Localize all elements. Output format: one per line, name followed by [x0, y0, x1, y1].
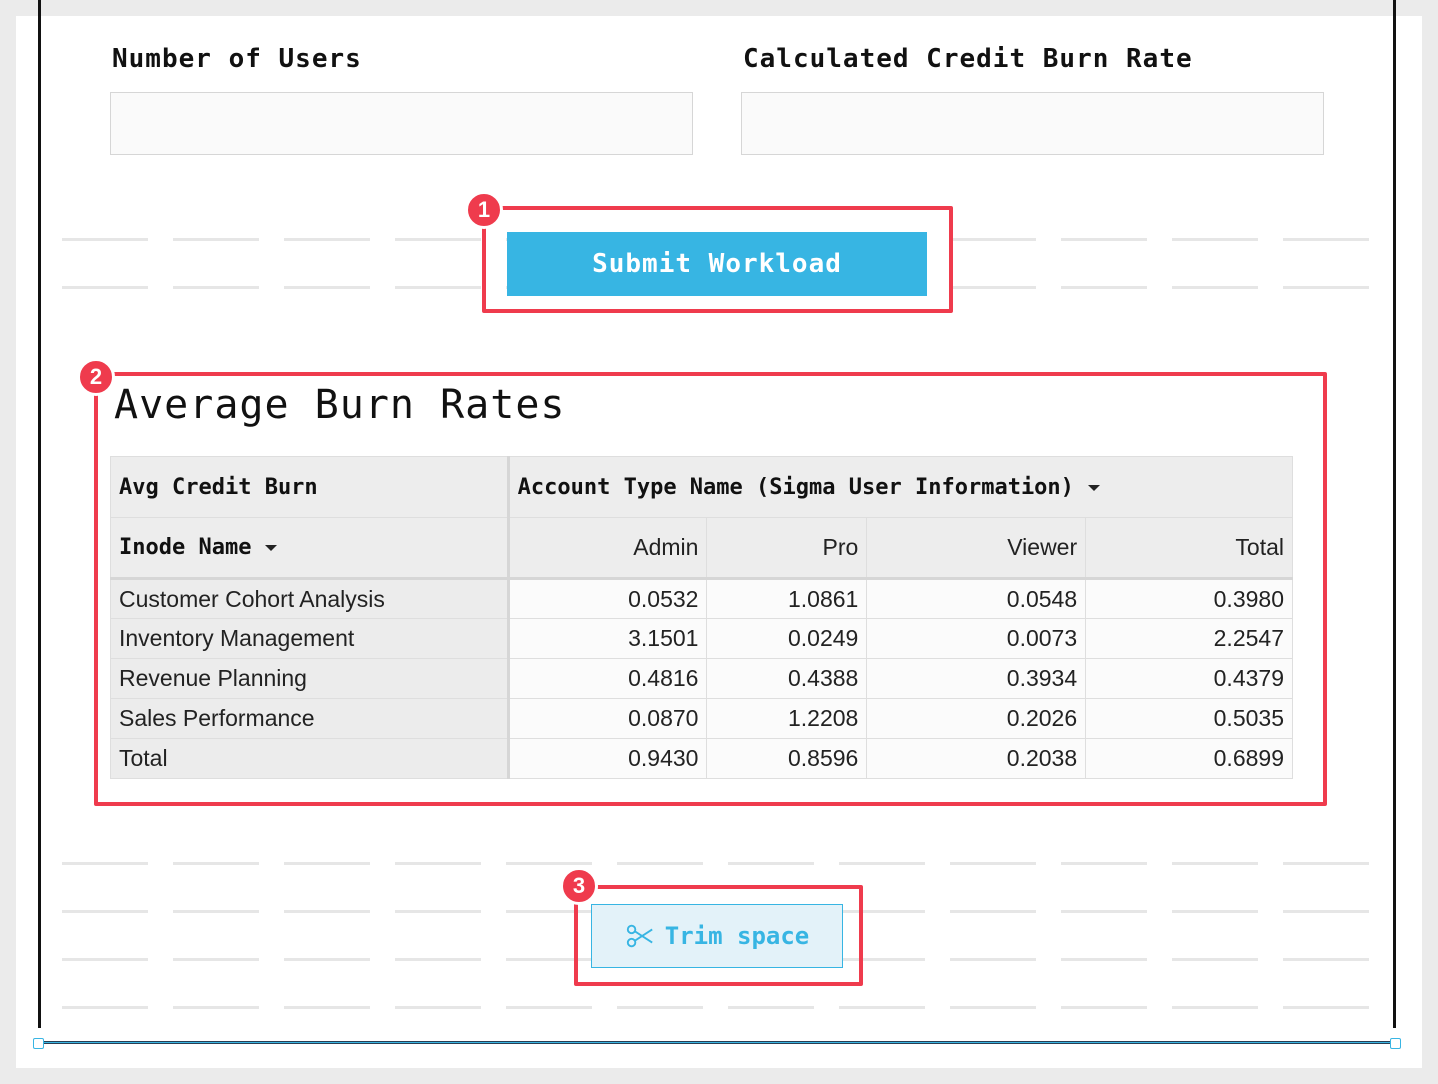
annotation-box-1	[482, 206, 953, 313]
annotation-badge-1: 1	[465, 191, 503, 229]
users-label: Number of Users	[112, 44, 362, 74]
annotation-box-2	[94, 372, 1327, 806]
users-input[interactable]	[110, 92, 693, 155]
container-bottom-edge	[38, 1041, 1396, 1044]
burn-rate-input[interactable]	[741, 92, 1324, 155]
resize-handle-bottom-left[interactable]	[33, 1038, 44, 1049]
burn-rate-label: Calculated Credit Burn Rate	[743, 44, 1193, 74]
resize-handle-bottom-right[interactable]	[1390, 1038, 1401, 1049]
annotation-badge-2: 2	[77, 358, 115, 396]
annotation-badge-3: 3	[560, 867, 598, 905]
annotation-box-3	[574, 885, 863, 986]
